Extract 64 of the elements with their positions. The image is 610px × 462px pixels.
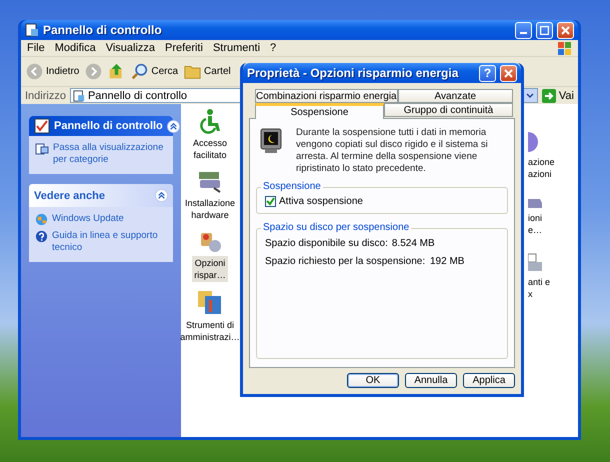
help-button[interactable]: ? <box>479 64 496 82</box>
folders-button[interactable]: Cartel <box>182 63 233 80</box>
search-button[interactable]: Cerca <box>129 63 180 80</box>
menu-item[interactable]: Modifica <box>54 42 96 54</box>
task-link[interactable]: Passa alla visualizzazione per categorie <box>53 142 169 166</box>
menu-item[interactable]: ? <box>270 42 276 54</box>
item-label[interactable]: Opzioni rispar… <box>192 256 228 282</box>
checkmark-icon <box>266 197 275 206</box>
info-value: 192 MB <box>430 255 464 269</box>
item-label[interactable]: azione azioni <box>528 156 555 180</box>
item-label[interactable]: anti e x <box>528 276 550 300</box>
panel-title: Pannello di controllo <box>54 120 163 132</box>
address-label: Indirizzo <box>25 90 66 102</box>
collapse-icon[interactable] <box>155 189 168 202</box>
minimize-button[interactable] <box>515 22 532 38</box>
panel-title: Vedere anche <box>34 190 106 202</box>
globe-icon <box>528 130 540 154</box>
control-panel-icon <box>25 23 39 37</box>
printer-icon <box>528 252 542 274</box>
dialog-button[interactable]: Applica <box>463 373 515 388</box>
dialog-title: Proprietà - Opzioni risparmio energia <box>247 66 460 80</box>
task-link[interactable]: Guida in linea e supporto tecnico <box>52 230 169 254</box>
checkbox[interactable] <box>265 196 276 207</box>
search-icon <box>131 63 148 80</box>
info-label: Spazio richiesto per la sospensione: <box>265 255 426 269</box>
group-title: Sospensione <box>261 181 323 192</box>
menu-item[interactable]: Preferiti <box>165 42 203 54</box>
menu-item[interactable]: Strumenti <box>212 42 260 54</box>
tab[interactable]: Gruppo di continuità <box>384 103 513 117</box>
dialog-button[interactable]: Annulla <box>405 373 457 388</box>
dialog-button[interactable]: OK <box>347 373 399 388</box>
group-title: Spazio su disco per sospensione <box>261 222 412 233</box>
monitor-icon <box>260 127 284 155</box>
checklist-icon <box>34 118 50 134</box>
maximize-icon <box>540 26 549 34</box>
item-label[interactable]: Accesso facilitato <box>190 136 229 162</box>
task-link[interactable]: Windows Update <box>52 213 124 225</box>
window-title: Pannello di controllo <box>43 23 163 37</box>
info-value: 8.524 MB <box>392 237 435 251</box>
info-label: Spazio disponibile su disco: <box>265 237 389 251</box>
folder-icon <box>184 63 202 80</box>
tab[interactable]: Combinazioni risparmio energia <box>255 89 398 103</box>
maximize-button[interactable] <box>536 22 553 38</box>
tools-icon <box>196 288 224 316</box>
menu-item[interactable]: Visualizza <box>106 42 156 54</box>
close-icon <box>561 26 570 34</box>
tab[interactable]: Sospensione <box>255 103 384 119</box>
close-button[interactable] <box>557 22 574 38</box>
back-button[interactable]: Indietro <box>24 63 82 80</box>
tab[interactable]: Avanzate <box>398 89 513 103</box>
drive-icon <box>528 196 542 210</box>
globe-icon <box>35 213 48 226</box>
item-label[interactable]: Installazione hardware <box>182 196 238 222</box>
close-button[interactable] <box>500 64 517 82</box>
description-text: Durante la sospensione tutti i dati in memoria vengono copiati sul disco rigido e il sistema si arresta. Al termine della sospensione viene ripristinato lo stato precedente. <box>296 127 489 175</box>
help-icon <box>35 230 48 243</box>
go-button[interactable]: Vai <box>542 88 574 102</box>
item-label[interactable]: ioni e… <box>528 212 542 236</box>
checkbox-label[interactable]: Attiva sospensione <box>279 196 363 207</box>
close-icon <box>504 68 513 78</box>
menu-item[interactable]: File <box>27 42 45 54</box>
windows-logo-icon <box>558 42 572 54</box>
collapse-icon[interactable] <box>166 120 180 132</box>
view-icon <box>35 142 49 156</box>
